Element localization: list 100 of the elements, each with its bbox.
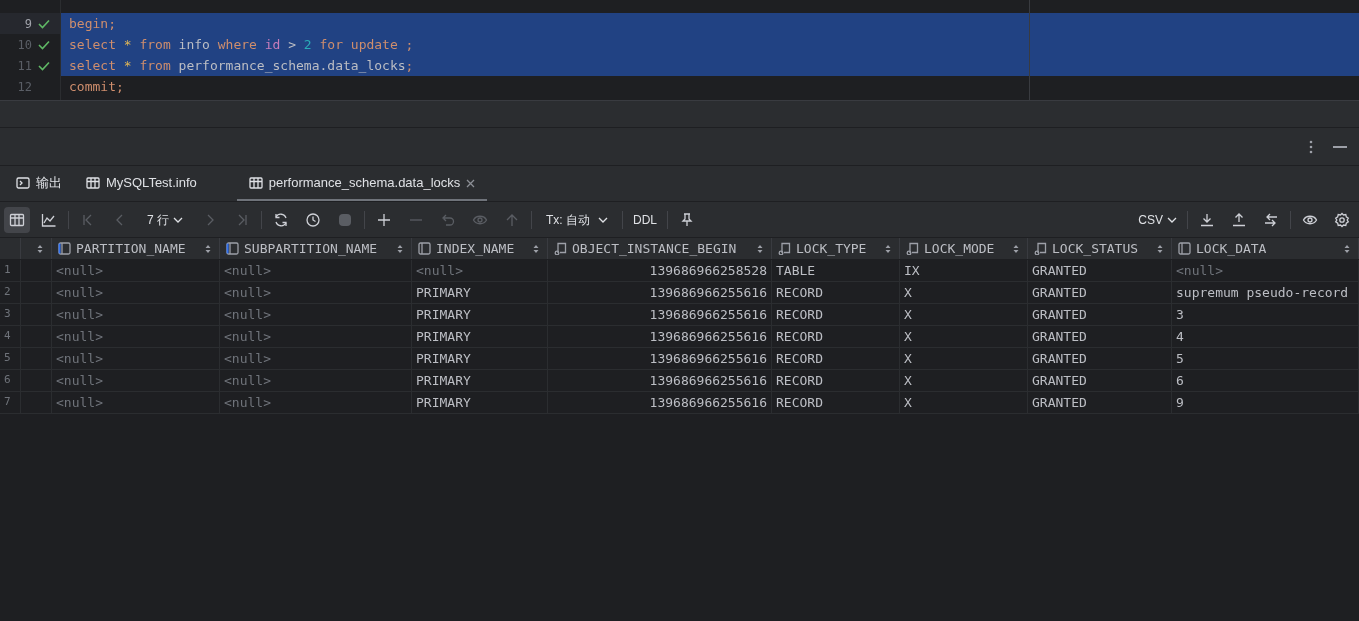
table-cell-text: 139686966255616 bbox=[649, 283, 767, 302]
upload-icon bbox=[1231, 211, 1247, 228]
table-cell-text: <null> bbox=[56, 283, 103, 302]
sort-icon[interactable] bbox=[37, 243, 43, 254]
table-view-button[interactable] bbox=[4, 206, 30, 233]
table-cell-text: 139686966258528 bbox=[649, 261, 767, 280]
column-header[interactable]: LOCK_MODE bbox=[900, 238, 1028, 259]
sort-icon[interactable] bbox=[1344, 243, 1350, 254]
table-cell-text: IX bbox=[904, 261, 920, 280]
table-cell-text: 139686966255616 bbox=[649, 327, 767, 346]
row-number: 1 bbox=[4, 262, 11, 279]
table-cell-text: X bbox=[904, 283, 912, 302]
table-cell-text: 9 bbox=[1176, 393, 1184, 412]
row-count-dropdown[interactable]: 7 行 bbox=[139, 206, 191, 233]
chevron-down-icon bbox=[173, 215, 183, 224]
column-header[interactable]: PARTITION_NAME bbox=[52, 238, 220, 259]
history-icon bbox=[305, 211, 321, 228]
column-header[interactable]: LOCK_DATA bbox=[1172, 238, 1359, 259]
table-cell-text: PRIMARY bbox=[416, 349, 471, 368]
table-cell-text: <null> bbox=[416, 261, 463, 280]
line-number: 11 bbox=[17, 57, 32, 75]
compare-icon bbox=[1263, 211, 1279, 228]
row-number: 3 bbox=[4, 306, 11, 323]
table-cell-text: PRIMARY bbox=[416, 393, 471, 412]
line-number: 12 bbox=[17, 78, 32, 96]
line-number: 10 bbox=[17, 36, 32, 54]
table-cell-text: 139686966255616 bbox=[649, 349, 767, 368]
close-icon[interactable] bbox=[466, 178, 476, 188]
row-number: 4 bbox=[4, 328, 11, 345]
sort-icon[interactable] bbox=[205, 243, 211, 254]
table-cell-text: GRANTED bbox=[1032, 305, 1087, 324]
table-cell-text: RECORD bbox=[776, 327, 823, 346]
chevron-down-icon bbox=[598, 215, 608, 224]
table-cell-text: X bbox=[904, 327, 912, 346]
table-cell-text: RECORD bbox=[776, 305, 823, 324]
sort-icon[interactable] bbox=[757, 243, 763, 254]
table-cell-text: <null> bbox=[56, 327, 103, 346]
table-cell-text: GRANTED bbox=[1032, 371, 1087, 390]
line-number: 9 bbox=[24, 15, 32, 33]
table-cell-text: 139686966255616 bbox=[649, 371, 767, 390]
table-cell-text: <null> bbox=[1176, 261, 1223, 280]
column-header[interactable]: OBJECT_INSTANCE_BEGIN bbox=[548, 238, 772, 259]
table-cell-text: <null> bbox=[224, 371, 271, 390]
table-cell-text: GRANTED bbox=[1032, 261, 1087, 280]
table-cell-text: RECORD bbox=[776, 283, 823, 302]
result-tab[interactable]: 输出 bbox=[8, 167, 70, 201]
table-cell-text: RECORD bbox=[776, 393, 823, 412]
table-cell-text: <null> bbox=[224, 349, 271, 368]
table-cell-text: X bbox=[904, 305, 912, 324]
table-cell-text: PRIMARY bbox=[416, 327, 471, 346]
table-cell-text: <null> bbox=[224, 283, 271, 302]
table-cell-text: 5 bbox=[1176, 349, 1184, 368]
table-cell-text: X bbox=[904, 393, 912, 412]
column-header[interactable]: INDEX_NAME bbox=[412, 238, 548, 259]
chart-view-icon bbox=[41, 211, 57, 228]
table-cell-text: RECORD bbox=[776, 371, 823, 390]
row-number: 2 bbox=[4, 284, 11, 301]
table-cell-text: RECORD bbox=[776, 349, 823, 368]
table-cell-text: 3 bbox=[1176, 305, 1184, 324]
table-cell-text: GRANTED bbox=[1032, 349, 1087, 368]
table-cell-text: 139686966255616 bbox=[649, 393, 767, 412]
table-cell-text: <null> bbox=[224, 305, 271, 324]
table-cell-text: X bbox=[904, 371, 912, 390]
sort-icon[interactable] bbox=[533, 243, 539, 254]
download-icon bbox=[1199, 211, 1215, 228]
table-cell-text: <null> bbox=[224, 261, 271, 280]
table-cell-text: TABLE bbox=[776, 261, 816, 280]
more-options-icon[interactable] bbox=[1309, 139, 1313, 154]
table-cell-text: <null> bbox=[224, 393, 271, 412]
table-cell-text: <null> bbox=[56, 349, 103, 368]
sort-icon[interactable] bbox=[397, 243, 403, 254]
minimize-icon[interactable] bbox=[1333, 145, 1347, 148]
table-cell-text: GRANTED bbox=[1032, 283, 1087, 302]
row-number: 7 bbox=[4, 394, 11, 411]
column-header[interactable]: LOCK_STATUS bbox=[1028, 238, 1172, 259]
code-line: commit; bbox=[68, 77, 125, 96]
table-cell-text: GRANTED bbox=[1032, 327, 1087, 346]
table-view-icon bbox=[9, 211, 25, 228]
column-header[interactable]: SUBPARTITION_NAME bbox=[220, 238, 412, 259]
table-cell-text: PRIMARY bbox=[416, 371, 471, 390]
result-tab[interactable]: MySQLTest.info bbox=[78, 167, 205, 201]
table-cell-text: supremum pseudo-record bbox=[1176, 283, 1349, 302]
row-number: 6 bbox=[4, 372, 11, 389]
table-cell-text: 139686966255616 bbox=[649, 305, 767, 324]
table-cell-text: <null> bbox=[56, 305, 103, 324]
sort-icon[interactable] bbox=[885, 243, 891, 254]
table-cell-text: <null> bbox=[224, 327, 271, 346]
table-cell-text: 6 bbox=[1176, 371, 1184, 390]
ddl-button[interactable]: DDL bbox=[629, 206, 662, 233]
add-row-icon bbox=[376, 211, 392, 228]
sort-icon[interactable] bbox=[1013, 243, 1019, 254]
transaction-mode-dropdown[interactable]: Tx: 自动 bbox=[538, 206, 616, 233]
chevron-down-icon bbox=[1167, 215, 1177, 224]
table-cell-text: PRIMARY bbox=[416, 305, 471, 324]
table-cell-text: <null> bbox=[56, 371, 103, 390]
sort-icon[interactable] bbox=[1157, 243, 1163, 254]
table-cell-text: PRIMARY bbox=[416, 283, 471, 302]
column-header[interactable]: LOCK_TYPE bbox=[772, 238, 900, 259]
minus-icon bbox=[410, 218, 422, 221]
export-format-dropdown[interactable]: CSV bbox=[1134, 206, 1181, 233]
